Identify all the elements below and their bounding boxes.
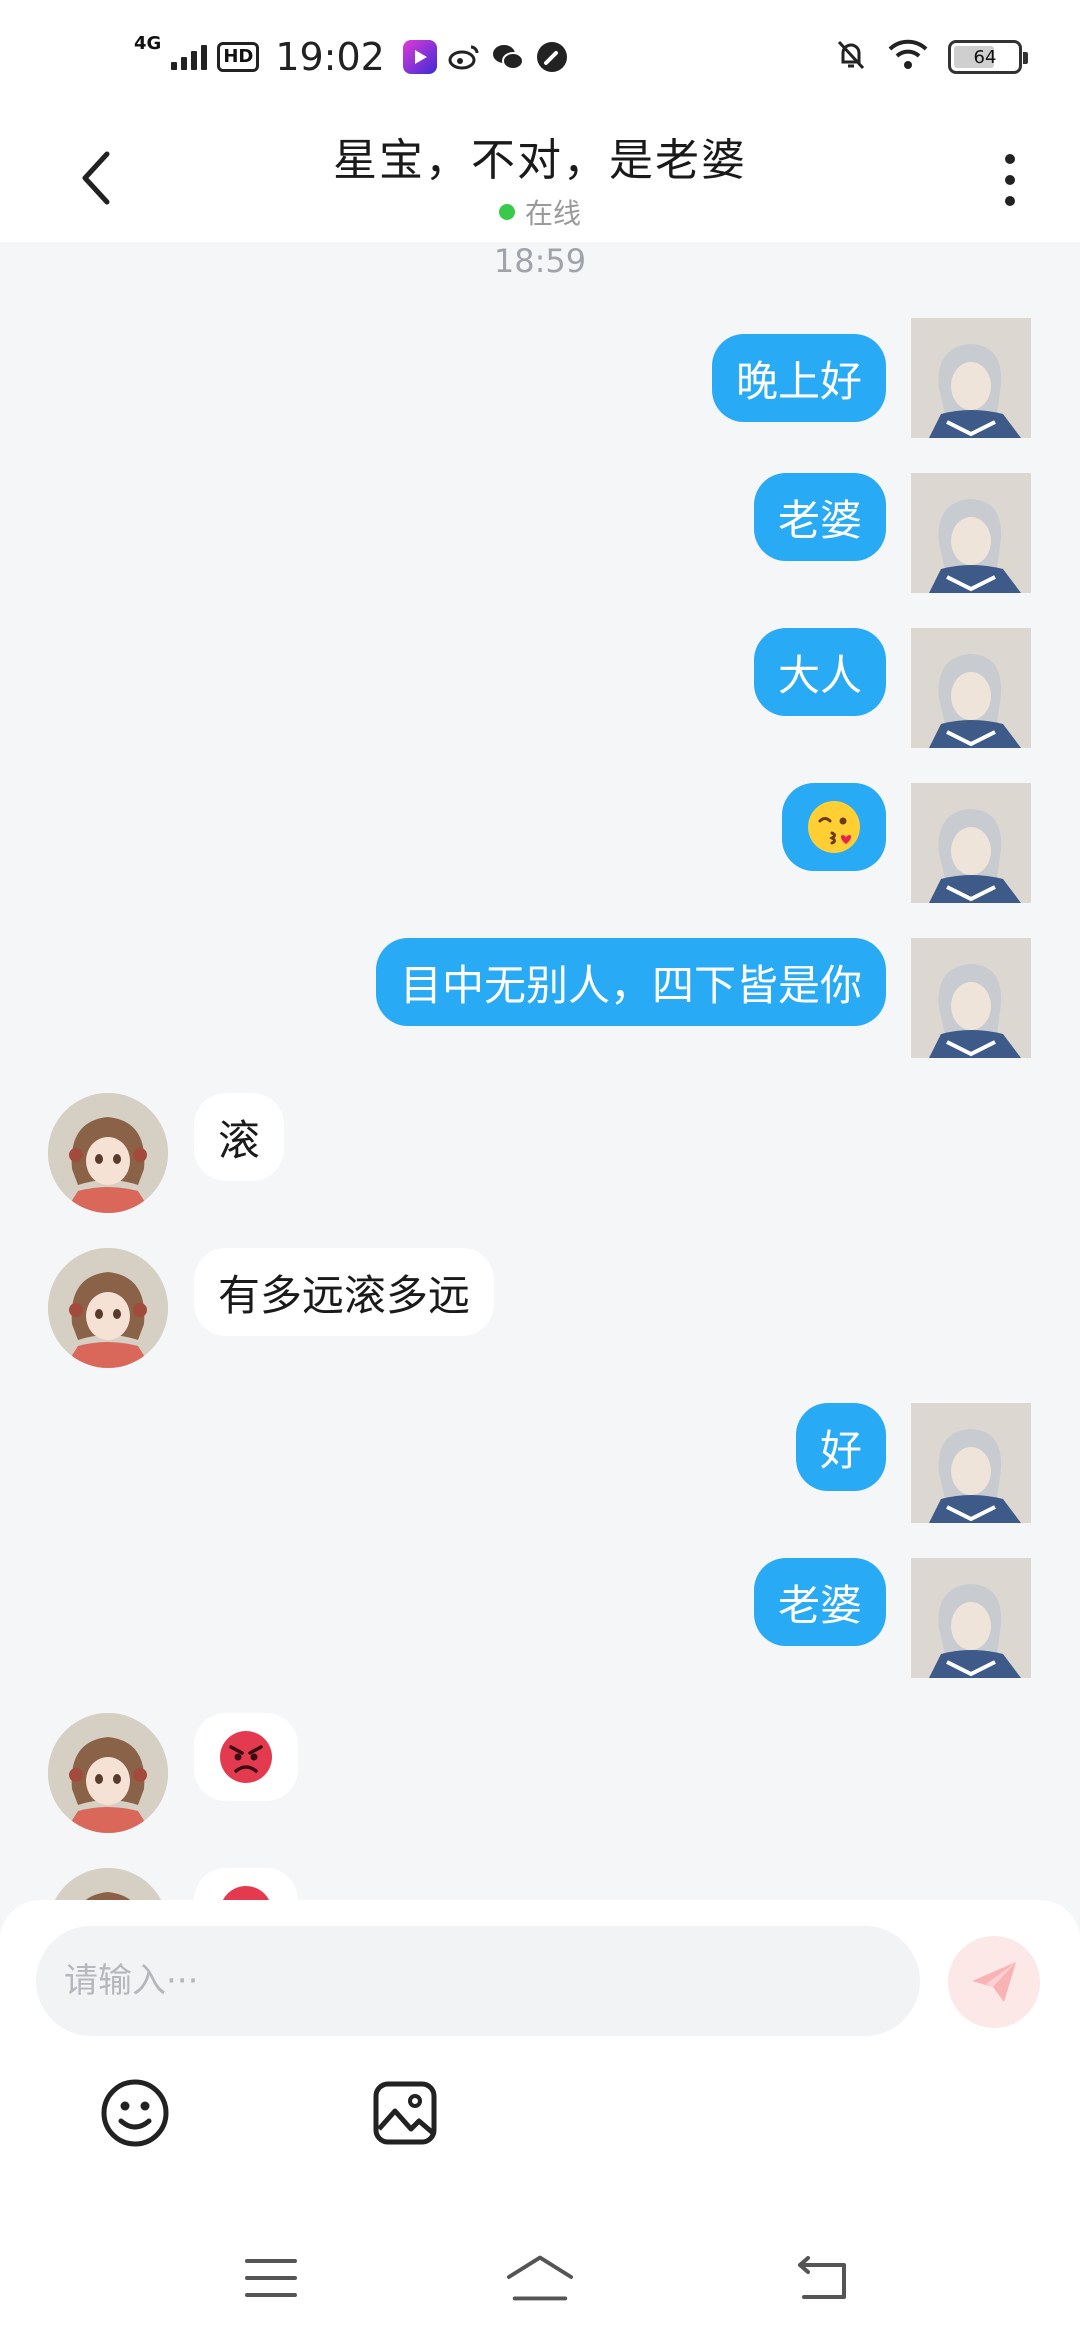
- my-avatar[interactable]: [911, 473, 1031, 593]
- system-nav-bar: [0, 2210, 1080, 2340]
- my-avatar[interactable]: [911, 318, 1031, 438]
- message-row: 有多远滚多远: [0, 1248, 1080, 1368]
- contact-avatar[interactable]: [48, 1248, 168, 1368]
- message-bubble-sent[interactable]: 老婆: [753, 473, 886, 561]
- send-icon: [972, 1962, 1016, 2002]
- home-icon: [506, 2255, 574, 2301]
- message-row: [0, 783, 1080, 903]
- message-row: 老婆: [0, 473, 1080, 593]
- kissing-heart-emoji: [808, 801, 860, 853]
- message-bubble-received[interactable]: 有多远滚多远: [194, 1248, 495, 1336]
- message-row: 晚上好: [0, 318, 1080, 438]
- contact-avatar[interactable]: [48, 1093, 168, 1213]
- my-avatar[interactable]: [911, 628, 1031, 748]
- emoji-button[interactable]: [97, 2075, 173, 2151]
- hd-icon: HD: [217, 42, 260, 72]
- message-row: 老婆: [0, 1558, 1080, 1678]
- image-icon: [373, 2081, 437, 2145]
- message-bubble-sent[interactable]: [782, 783, 886, 871]
- video-app-icon: [402, 40, 437, 74]
- message-bubble-sent[interactable]: 大人: [753, 628, 886, 716]
- status-right: 64: [834, 34, 1028, 80]
- message-row: 目中无别人，四下皆是你: [0, 938, 1080, 1058]
- more-vertical-icon: [1005, 154, 1015, 164]
- image-button[interactable]: [367, 2075, 443, 2151]
- status-left: 4G HD 19:02: [134, 30, 569, 84]
- message-input[interactable]: [36, 1926, 920, 2036]
- message-bubble-sent[interactable]: 晚上好: [711, 334, 886, 422]
- emoji-icon: [101, 2079, 169, 2147]
- my-avatar[interactable]: [911, 938, 1031, 1058]
- my-avatar[interactable]: [911, 1403, 1031, 1523]
- contact-avatar[interactable]: [48, 1713, 168, 1833]
- message-list[interactable]: 18:59 晚上好 老婆 大人 目中无别人，四下皆是你 滚 有多远滚多远 好 老…: [0, 242, 1080, 1907]
- wechat-icon: [491, 40, 525, 74]
- battery-level: 64: [973, 46, 997, 68]
- back-nav-button[interactable]: [788, 2248, 858, 2308]
- status-bar: 4G HD 19:02 64: [0, 0, 1080, 110]
- message-row: 好: [0, 1403, 1080, 1523]
- angry-face-emoji: [220, 1731, 272, 1783]
- chat-title: 星宝，不对，是老婆: [333, 135, 747, 186]
- message-row: [0, 1713, 1080, 1833]
- message-bubble-sent[interactable]: 老婆: [753, 1558, 886, 1646]
- more-options-button[interactable]: [980, 140, 1040, 220]
- my-avatar[interactable]: [911, 783, 1031, 903]
- weibo-icon: [447, 40, 481, 74]
- online-dot: [498, 204, 515, 220]
- chat-header: 星宝，不对，是老婆 在线: [0, 110, 1080, 242]
- status-time: 19:02: [275, 35, 385, 79]
- compass-app-icon: [535, 40, 569, 74]
- menu-icon: [245, 2259, 297, 2297]
- send-button[interactable]: [948, 1936, 1040, 2028]
- message-bubble-received[interactable]: [194, 1713, 298, 1801]
- online-status: 在线: [0, 192, 1080, 232]
- back-icon: [798, 2256, 846, 2299]
- mute-icon: [834, 38, 868, 76]
- my-avatar[interactable]: [911, 1558, 1031, 1678]
- message-bubble-sent[interactable]: 好: [795, 1403, 886, 1491]
- message-timestamp: 18:59: [493, 242, 587, 280]
- online-status-text: 在线: [524, 197, 581, 230]
- message-row: 大人: [0, 628, 1080, 748]
- network-type: 4G: [134, 32, 162, 54]
- message-bubble-sent[interactable]: 目中无别人，四下皆是你: [375, 938, 886, 1026]
- wifi-icon: [888, 39, 928, 75]
- signal-icon: [171, 44, 208, 70]
- message-row: 滚: [0, 1093, 1080, 1213]
- composer-panel: [0, 1900, 1080, 2210]
- menu-button[interactable]: [236, 2248, 306, 2308]
- title-block: 星宝，不对，是老婆 在线: [0, 124, 1080, 232]
- battery-icon: 64: [948, 40, 1028, 74]
- message-bubble-received[interactable]: 滚: [194, 1093, 285, 1181]
- home-button[interactable]: [505, 2248, 575, 2308]
